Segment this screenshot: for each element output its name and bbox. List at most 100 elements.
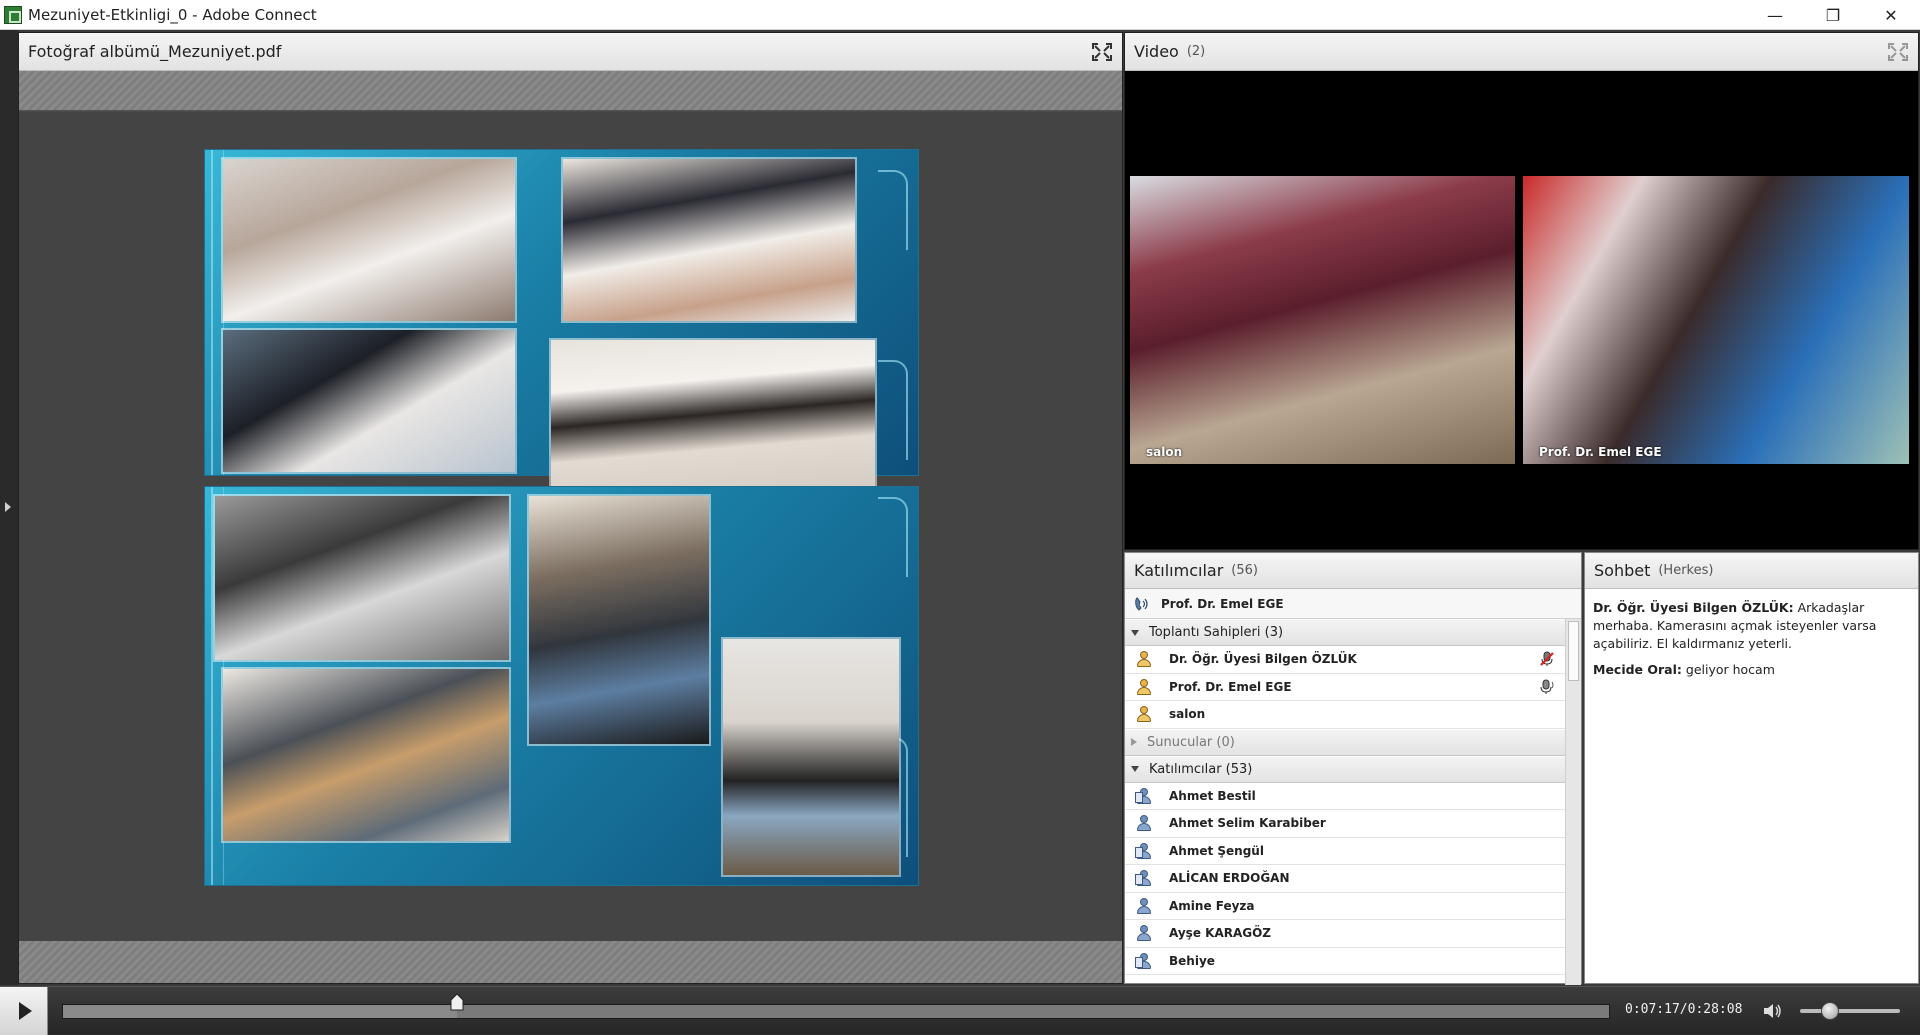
playback-bar: 0:07:17/0:28:08 [0,986,1920,1035]
list-item[interactable]: Prof. Dr. Emel EGE [1125,674,1565,701]
video-tile-label: salon [1146,445,1183,459]
share-toolbar [19,71,1122,111]
chat-messages: Dr. Öğr. Üyesi Bilgen ÖZLÜK: Arkadaşlar … [1585,589,1918,697]
mic-muted-icon [1540,651,1554,666]
chat-message: Mecide Oral: geliyor hocam [1593,661,1910,679]
window-controls: — ❐ ✕ [1746,0,1920,30]
photo [561,157,857,323]
collapse-arrow-icon [1131,766,1139,772]
list-item[interactable]: Amine Feyza [1125,893,1565,920]
video-tile-label: Prof. Dr. Emel EGE [1539,445,1662,459]
attendee-list: Toplantı Sahipleri (3) Dr. Öğr. Üyesi Bi… [1125,619,1565,985]
chat-sender: Dr. Öğr. Üyesi Bilgen ÖZLÜK: [1593,600,1794,615]
participant-user-icon [1135,952,1153,970]
group-label: Toplantı Sahipleri (3) [1149,625,1284,640]
meeting-room: Fotoğraf albümü_Mezuniyet.pdf Video (2) … [0,30,1920,1035]
circuit-decoration [878,170,908,250]
list-item[interactable]: Ahmet Şengül [1125,838,1565,865]
participant-user-icon [1135,787,1153,805]
video-tile-salon[interactable]: salon [1130,176,1515,464]
expand-arrow-icon [5,502,11,512]
attendee-name: Ahmet Bestil [1169,788,1256,803]
minimize-button[interactable]: — [1746,0,1804,30]
mic-active-icon [1540,679,1554,694]
playback-time: 0:07:17/0:28:08 [1625,1002,1743,1017]
host-user-icon [1135,705,1153,723]
attendee-scrollbar[interactable] [1565,619,1581,985]
seek-bar[interactable] [62,1004,1610,1019]
list-item[interactable]: Dr. Öğr. Üyesi Bilgen ÖZLÜK [1125,646,1565,674]
photo [527,494,711,746]
chat-scope: (Herkes) [1658,563,1714,578]
window-title: Mezuniyet-Etkinligi_0 - Adobe Connect [28,5,317,24]
attendee-name: ALİCAN ERDOĞAN [1169,871,1290,886]
circuit-decoration [878,497,908,577]
photo [221,328,517,474]
volume-slider[interactable] [1800,1009,1900,1013]
attendees-pod: Katılımcılar (56) Prof. Dr. Emel EGE Top… [1124,552,1582,985]
collapse-arrow-icon [1131,629,1139,636]
slide-page-1 [204,149,919,490]
fullscreen-icon[interactable] [1092,43,1112,61]
slide-page-2 [204,486,919,886]
video-tile-speaker[interactable]: Prof. Dr. Emel EGE [1523,176,1909,464]
circuit-decoration [878,360,908,460]
left-panel-toggle[interactable] [0,30,18,985]
speaker-phone-icon [1135,596,1148,611]
photo [221,667,511,843]
chat-message: Dr. Öğr. Üyesi Bilgen ÖZLÜK: Arkadaşlar … [1593,599,1910,653]
list-item[interactable]: Ahmet Bestil [1125,783,1565,810]
chat-pod-header: Sohbet (Herkes) [1585,553,1918,589]
attendee-name: Ahmet Selim Karabiber [1169,816,1326,831]
attendees-pod-header: Katılımcılar (56) [1125,553,1581,589]
attendee-name: Behiye [1169,953,1215,968]
active-speaker-name: Prof. Dr. Emel EGE [1161,596,1284,611]
close-button[interactable]: ✕ [1862,0,1920,30]
share-pod: Fotoğraf albümü_Mezuniyet.pdf [18,32,1123,984]
participant-user-icon [1135,842,1153,860]
video-area: salon Prof. Dr. Emel EGE [1125,71,1918,549]
photo [721,637,901,877]
video-count: (2) [1186,44,1206,59]
list-item[interactable]: Ahmet Selim Karabiber [1125,810,1565,838]
list-item[interactable]: salon [1125,701,1565,729]
video-pod-header: Video (2) [1125,33,1918,71]
play-button[interactable] [0,987,48,1035]
list-item[interactable]: Ayşe KARAGÖZ [1125,920,1565,948]
document-viewer [19,112,1122,942]
group-presenters[interactable]: Sunucular (0) [1125,728,1565,756]
group-participants[interactable]: Katılımcılar (53) [1125,755,1565,783]
window-titlebar: Mezuniyet-Etkinligi_0 - Adobe Connect — … [0,0,1920,30]
host-user-icon [1135,650,1153,668]
chat-sender: Mecide Oral: [1593,662,1682,677]
chat-pod: Sohbet (Herkes) Dr. Öğr. Üyesi Bilgen ÖZ… [1584,552,1919,984]
list-item[interactable]: ALİCAN ERDOĞAN [1125,865,1565,893]
share-pod-title: Fotoğraf albümü_Mezuniyet.pdf [28,42,282,61]
active-speaker-bar: Prof. Dr. Emel EGE [1125,589,1581,619]
host-user-icon [1135,678,1153,696]
photo [213,494,511,662]
attendee-name: Ayşe KARAGÖZ [1169,926,1272,941]
maximize-button[interactable]: ❐ [1804,0,1862,30]
scrollbar-thumb[interactable] [1568,621,1579,681]
volume-icon[interactable] [1762,1001,1784,1021]
video-pod: Video (2) salon Prof. Dr. Emel EGE [1124,32,1919,550]
list-item[interactable]: Behiye [1125,948,1565,975]
attendee-name: salon [1169,707,1206,722]
expand-arrow-icon [1131,738,1137,746]
volume-thumb[interactable] [1821,1002,1839,1020]
attendee-name: Ahmet Şengül [1169,843,1264,858]
participant-user-icon [1135,814,1153,832]
share-pod-header: Fotoğraf albümü_Mezuniyet.pdf [19,33,1122,71]
chat-pod-title: Sohbet [1594,561,1651,580]
video-pod-title: Video [1134,42,1179,61]
attendee-name: Prof. Dr. Emel EGE [1169,679,1292,694]
seek-progress [63,1005,458,1018]
seek-thumb[interactable] [450,993,464,1011]
group-label: Katılımcılar (53) [1149,761,1253,777]
attendee-name: Dr. Öğr. Üyesi Bilgen ÖZLÜK [1169,652,1357,667]
group-hosts[interactable]: Toplantı Sahipleri (3) [1125,619,1565,646]
fullscreen-icon[interactable] [1888,43,1908,61]
participant-user-icon [1135,869,1153,887]
share-footer [19,941,1122,983]
